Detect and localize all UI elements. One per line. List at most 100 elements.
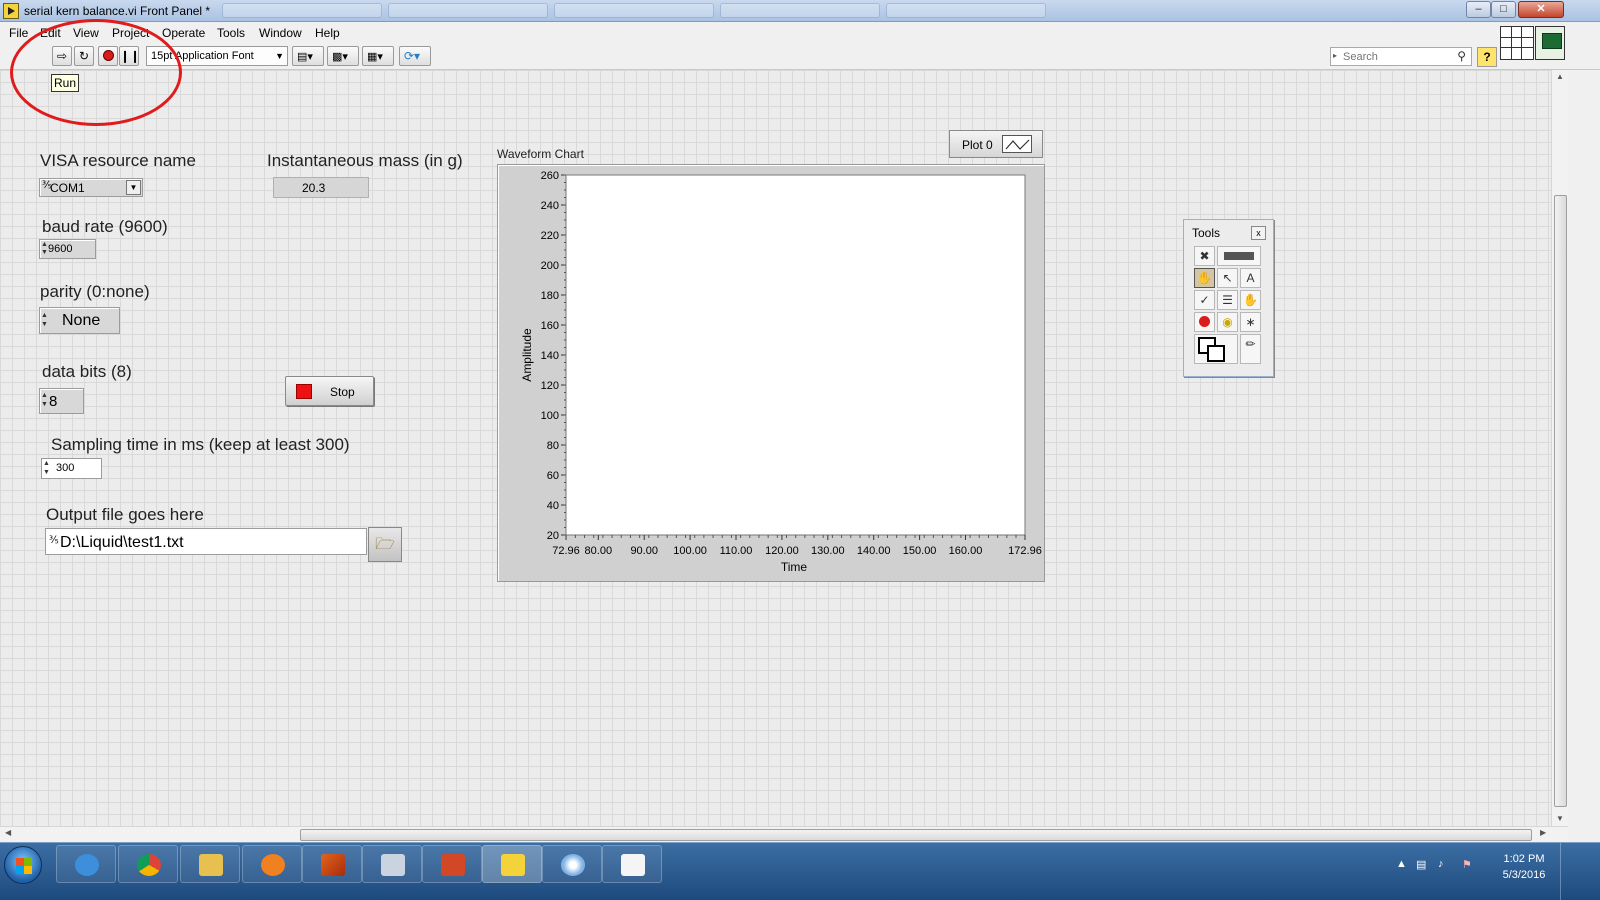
paintbrush-icon[interactable]: ✏ [1240, 334, 1261, 364]
baud-rate-control[interactable]: ▲ ▼ 9600 [39, 239, 96, 259]
align-objects-button[interactable]: ▤▾ [292, 46, 324, 66]
show-desktop-button[interactable] [1560, 843, 1600, 900]
stop-button[interactable]: Stop [285, 376, 374, 406]
position-tool-icon[interactable]: ↖ [1217, 268, 1238, 288]
labview-icon [3, 3, 19, 19]
operate-value-tool-icon[interactable]: ✋ [1194, 268, 1215, 288]
taskbar-calculator-button[interactable] [362, 845, 422, 883]
visa-label: VISA resource name [40, 151, 196, 170]
connector-pane-icon[interactable] [1500, 26, 1534, 60]
search-box[interactable]: ▸ ⚲ [1330, 47, 1472, 66]
search-input[interactable] [1343, 50, 1451, 63]
network-icon[interactable]: ▤ [1416, 858, 1426, 871]
y-tick-label: 60 [547, 470, 559, 482]
resize-objects-button[interactable]: ▦▾ [362, 46, 394, 66]
set-color-tool-icon[interactable] [1194, 334, 1238, 364]
decrement-icon[interactable]: ▼ [41, 401, 48, 409]
vi-icon[interactable] [1535, 26, 1565, 60]
taskbar-explorer-button[interactable] [180, 845, 240, 883]
reorder-button[interactable]: ⟳▾ [399, 46, 431, 66]
parity-value: None [62, 312, 101, 329]
visa-resource-control[interactable]: ⅗ COM1 ▼ [39, 178, 143, 197]
action-center-flag-icon[interactable]: ⚑ [1462, 858, 1472, 871]
automatic-tool-icon[interactable]: ✖ [1194, 246, 1215, 266]
chevron-down-icon[interactable]: ▼ [126, 180, 141, 195]
horizontal-scrollbar[interactable]: ◀ ▶ [0, 826, 1568, 842]
close-icon[interactable]: x [1251, 226, 1266, 240]
waveform-chart[interactable]: 260 240 220 200 180 160 140 120 100 80 60 40 20 72.9… [497, 164, 1045, 582]
increment-icon[interactable]: ▲ [41, 241, 48, 249]
edit-text-tool-icon[interactable]: A [1240, 268, 1261, 288]
menu-file[interactable]: File [9, 26, 28, 40]
output-path-control[interactable]: ⅗ D:\Liquid\test1.txt [45, 528, 367, 555]
maximize-button[interactable]: □ [1491, 1, 1516, 18]
show-hidden-icons-icon[interactable]: ▲ [1396, 858, 1407, 870]
mass-indicator: 20.3 [273, 177, 369, 198]
volume-icon[interactable]: ♪ [1438, 858, 1444, 870]
x-tick-label: 120.00 [765, 545, 799, 557]
sampling-time-control[interactable]: ▲ ▼ 300 [41, 458, 102, 479]
data-bits-control[interactable]: ▲ ▼ 8 [39, 388, 84, 414]
taskbar: ▲ ▤ ♪ ⚑ 1:02 PM 5/3/2016 [0, 842, 1600, 900]
scroll-left-icon[interactable]: ◀ [5, 828, 11, 837]
increment-icon[interactable]: ▲ [43, 460, 50, 468]
search-scope-icon: ▸ [1333, 51, 1338, 60]
mass-label: Instantaneous mass (in g) [267, 151, 463, 170]
shortcut-menu-tool-icon[interactable]: ☰ [1217, 290, 1238, 310]
y-tick-label: 180 [541, 290, 559, 302]
stop-label: Stop [330, 385, 355, 399]
increment-icon[interactable]: ▲ [41, 312, 48, 320]
decrement-icon[interactable]: ▼ [43, 469, 50, 477]
scroll-right-icon[interactable]: ▶ [1540, 828, 1546, 837]
increment-icon[interactable]: ▲ [41, 392, 48, 400]
tools-palette[interactable]: Tools x ✖ ✋ ↖ A ✓ ☰ ✋ ◉ ∗ ✏ [1183, 219, 1274, 377]
scroll-tool-icon[interactable]: ✋ [1240, 290, 1261, 310]
vertical-scrollbar[interactable]: ▲ ▼ [1551, 70, 1568, 826]
minimize-button[interactable]: – [1466, 1, 1491, 18]
probe-tool-icon[interactable]: ◉ [1217, 312, 1238, 332]
taskbar-media-player-button[interactable] [242, 845, 302, 883]
menu-help[interactable]: Help [315, 26, 340, 40]
taskbar-paint-button[interactable] [542, 845, 602, 883]
menu-operate[interactable]: Operate [162, 26, 205, 40]
taskbar-ie-button[interactable] [56, 845, 116, 883]
powerpoint-icon [441, 854, 465, 876]
x-tick-label: 90.00 [630, 545, 658, 557]
y-tick-label: 120 [541, 380, 559, 392]
decrement-icon[interactable]: ▼ [41, 249, 48, 257]
distribute-objects-button[interactable]: ▩▾ [327, 46, 359, 66]
decrement-icon[interactable]: ▼ [41, 321, 48, 329]
parity-ring-control[interactable]: ▲ ▼ None [39, 307, 120, 334]
taskbar-matlab-button[interactable] [302, 845, 362, 883]
taskbar-vi-button[interactable] [602, 845, 662, 883]
auto-select-bar-icon[interactable] [1217, 246, 1261, 266]
context-help-button[interactable]: ? [1477, 47, 1497, 67]
plot-legend[interactable]: Plot 0 [949, 130, 1043, 158]
output-label: Output file goes here [46, 505, 204, 524]
get-color-tool-icon[interactable]: ∗ [1240, 312, 1261, 332]
folder-open-icon: 🗁 [375, 536, 395, 553]
vertical-scroll-thumb[interactable] [1554, 195, 1567, 807]
tools-palette-title: Tools [1192, 226, 1221, 240]
breakpoint-tool-icon[interactable] [1194, 312, 1215, 332]
taskbar-powerpoint-button[interactable] [422, 845, 482, 883]
scroll-up-icon[interactable]: ▲ [1556, 72, 1564, 81]
start-button[interactable] [4, 846, 42, 884]
taskbar-chrome-button[interactable] [118, 845, 178, 883]
taskbar-labview-button[interactable] [482, 845, 542, 883]
output-path-value: D:\Liquid\test1.txt [60, 534, 184, 551]
system-clock[interactable]: 1:02 PM 5/3/2016 [1494, 851, 1554, 883]
y-tick-label: 80 [547, 440, 559, 452]
y-tick-label: 200 [541, 260, 559, 272]
scroll-down-icon[interactable]: ▼ [1556, 814, 1564, 823]
menu-tools[interactable]: Tools [217, 26, 245, 40]
menu-window[interactable]: Window [259, 26, 302, 40]
connect-wire-tool-icon[interactable]: ✓ [1194, 290, 1215, 310]
close-button[interactable]: ✕ [1518, 1, 1564, 18]
x-tick-label: 160.00 [949, 545, 983, 557]
search-icon[interactable]: ⚲ [1457, 49, 1466, 63]
horizontal-scroll-thumb[interactable] [300, 829, 1532, 841]
window-edge [1568, 70, 1600, 842]
media-player-icon [261, 854, 285, 876]
browse-folder-button[interactable]: 🗁 [368, 527, 402, 562]
